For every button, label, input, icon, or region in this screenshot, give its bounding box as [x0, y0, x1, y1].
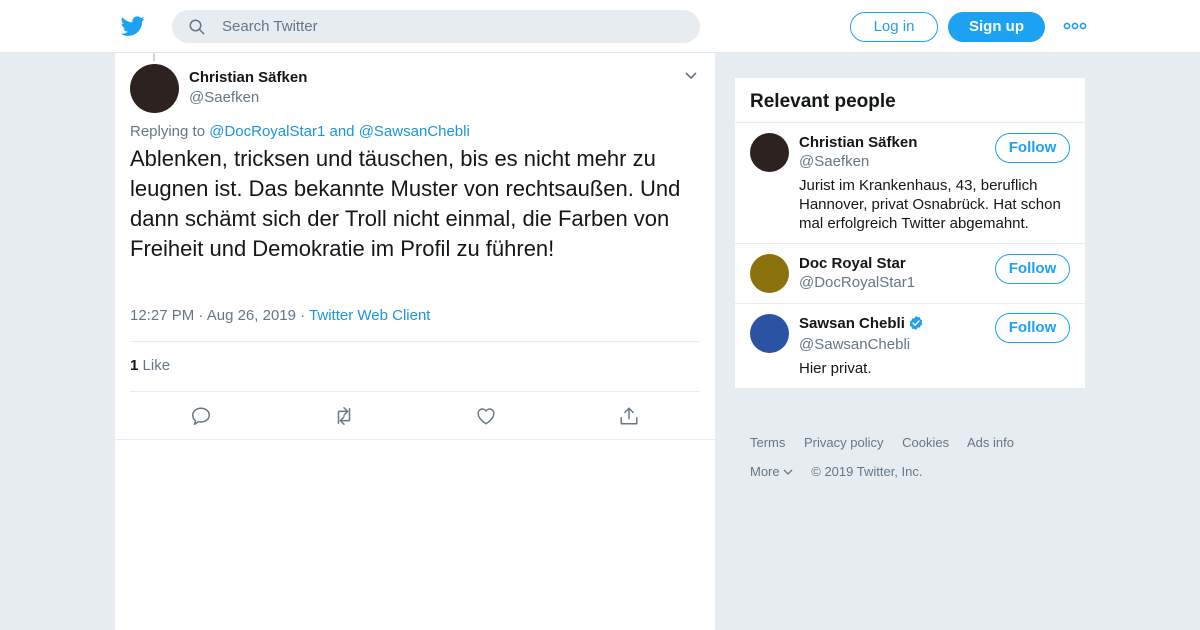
avatar[interactable] — [750, 133, 789, 172]
verified-badge-icon — [909, 316, 923, 330]
tweet-client-link[interactable]: Twitter Web Client — [309, 307, 430, 324]
like-label: Like — [142, 357, 171, 374]
chevron-down-icon[interactable] — [684, 71, 698, 81]
person-handle[interactable]: @DocRoyalStar1 — [799, 274, 915, 291]
person-bio: Hier privat. — [799, 360, 872, 377]
avatar[interactable] — [750, 314, 789, 353]
reply-and-text: and — [329, 123, 355, 140]
replying-to-label: Replying to — [130, 123, 206, 140]
relevant-people-title: Relevant people — [750, 91, 896, 112]
person-handle[interactable]: @Saefken — [799, 153, 869, 170]
person-name[interactable]: Sawsan Chebli — [799, 315, 905, 332]
footer-link-ads-info[interactable]: Ads info — [967, 435, 1014, 450]
person-name[interactable]: Christian Säfken — [799, 134, 917, 151]
avatar[interactable] — [750, 254, 789, 293]
follow-button[interactable]: Follow — [995, 133, 1070, 163]
person-handle[interactable]: @SawsanChebli — [799, 336, 910, 353]
tweet-date[interactable]: Aug 26, 2019 — [207, 307, 296, 324]
like-count: 1 — [130, 357, 139, 374]
divider — [735, 303, 1085, 304]
reply-icon[interactable] — [190, 405, 212, 427]
copyright: © 2019 Twitter, Inc. — [811, 464, 923, 479]
divider — [115, 439, 715, 440]
avatar[interactable] — [130, 64, 179, 113]
person-bio: Jurist im Krankenhaus, 43, beruflich Han… — [799, 177, 1061, 232]
divider — [130, 391, 700, 392]
like-stats[interactable]: 1 Like — [130, 357, 170, 374]
replying-to: Replying to @DocRoyalStar1 and @SawsanCh… — [130, 123, 470, 140]
more-options-icon[interactable] — [1063, 20, 1087, 32]
thread-connector — [153, 53, 155, 61]
footer-link-privacy[interactable]: Privacy policy — [804, 435, 883, 450]
chevron-down-icon[interactable] — [783, 468, 793, 476]
tweet-metadata: 12:27 PM · Aug 26, 2019 · Twitter Web Cl… — [130, 307, 431, 324]
tweet-author-handle[interactable]: @Saefken — [189, 89, 259, 106]
divider — [130, 341, 700, 342]
divider — [735, 243, 1085, 244]
retweet-icon[interactable] — [333, 405, 355, 427]
twitter-bird-icon[interactable] — [120, 14, 146, 38]
login-button[interactable]: Log in — [850, 12, 938, 42]
search-box[interactable] — [172, 10, 700, 43]
reply-mention-link[interactable]: @SawsanChebli — [359, 123, 470, 140]
tweet-text: Ablenken, tricksen und täuschen, bis es … — [130, 146, 681, 261]
tweet-detail: Christian Säfken @Saefken Replying to @D… — [115, 53, 715, 630]
footer-link-terms[interactable]: Terms — [750, 435, 785, 450]
footer-link-cookies[interactable]: Cookies — [902, 435, 949, 450]
follow-button[interactable]: Follow — [995, 313, 1070, 343]
like-icon[interactable] — [475, 405, 497, 427]
tweet-author-name[interactable]: Christian Säfken — [189, 69, 307, 86]
search-icon — [189, 19, 205, 35]
footer-more-button[interactable]: More — [750, 464, 793, 479]
search-input[interactable] — [222, 10, 682, 43]
tweet-time[interactable]: 12:27 PM — [130, 307, 194, 324]
divider — [735, 122, 1085, 123]
relevant-people-panel: Relevant people Christian Säfken @Saefke… — [735, 78, 1085, 388]
person-name[interactable]: Doc Royal Star — [799, 255, 906, 272]
top-bar: Log in Sign up — [0, 0, 1200, 53]
reply-mention-link[interactable]: @DocRoyalStar1 — [209, 123, 325, 140]
person-name-row[interactable]: Sawsan Chebli — [799, 315, 924, 332]
share-icon[interactable] — [618, 405, 640, 427]
signup-button[interactable]: Sign up — [948, 12, 1045, 42]
follow-button[interactable]: Follow — [995, 254, 1070, 284]
footer-row-2: More © 2019 Twitter, Inc. — [750, 464, 937, 479]
footer-more-label[interactable]: More — [750, 464, 780, 479]
footer-links: Terms Privacy policy Cookies Ads info — [750, 435, 1029, 450]
